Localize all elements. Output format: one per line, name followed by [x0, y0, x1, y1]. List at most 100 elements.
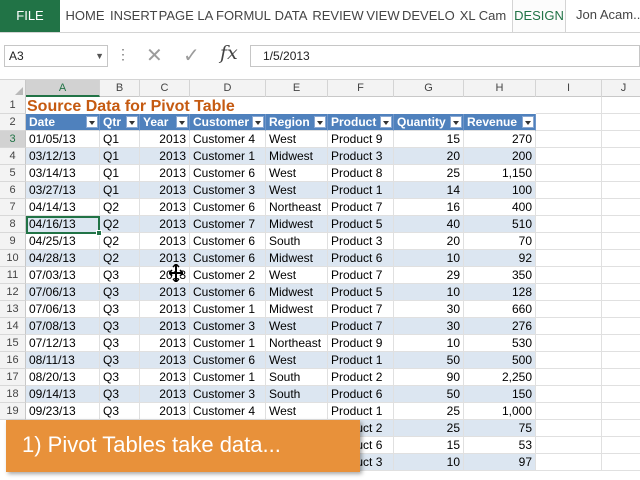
table-cell[interactable]: 07/06/13 — [26, 284, 100, 301]
row-header[interactable]: 14 — [0, 318, 26, 335]
table-cell[interactable]: Customer 1 — [190, 369, 266, 386]
empty-cell[interactable] — [602, 301, 640, 318]
table-cell[interactable]: 50 — [394, 386, 464, 403]
empty-cell[interactable] — [536, 216, 602, 233]
table-cell[interactable]: 2013 — [140, 369, 190, 386]
table-cell[interactable]: 25 — [394, 403, 464, 420]
table-cell[interactable]: 400 — [464, 199, 536, 216]
table-cell[interactable]: Product 7 — [328, 267, 394, 284]
empty-cell[interactable] — [536, 131, 602, 148]
table-cell[interactable]: Product 9 — [328, 131, 394, 148]
table-cell[interactable]: Product 6 — [328, 250, 394, 267]
table-cell[interactable]: Product 2 — [328, 369, 394, 386]
row-header[interactable]: 15 — [0, 335, 26, 352]
table-cell[interactable]: 92 — [464, 250, 536, 267]
table-cell[interactable]: Product 5 — [328, 216, 394, 233]
row-header[interactable]: 2 — [0, 114, 26, 131]
table-cell[interactable]: Customer 4 — [190, 403, 266, 420]
table-cell[interactable]: Customer 6 — [190, 284, 266, 301]
column-header-c[interactable]: C — [140, 80, 190, 97]
column-header-e[interactable]: E — [266, 80, 328, 97]
table-cell[interactable]: 03/14/13 — [26, 165, 100, 182]
table-header-cell[interactable]: Qtr — [100, 114, 140, 131]
table-cell[interactable]: Product 1 — [328, 403, 394, 420]
tab-review[interactable]: REVIEW — [312, 0, 364, 32]
select-all-corner[interactable] — [0, 80, 26, 97]
empty-cell[interactable] — [536, 267, 602, 284]
row-header[interactable]: 13 — [0, 301, 26, 318]
row-header[interactable]: 19 — [0, 403, 26, 420]
empty-cell[interactable] — [536, 454, 602, 471]
table-cell[interactable]: Q1 — [100, 165, 140, 182]
table-cell[interactable]: 07/08/13 — [26, 318, 100, 335]
table-cell[interactable]: Product 9 — [328, 335, 394, 352]
table-cell[interactable]: 276 — [464, 318, 536, 335]
column-header-g[interactable]: G — [394, 80, 464, 97]
empty-cell[interactable] — [536, 250, 602, 267]
column-header-f[interactable]: F — [328, 80, 394, 97]
row-header[interactable]: 17 — [0, 369, 26, 386]
tab-insert[interactable]: INSERT — [110, 0, 157, 32]
empty-cell[interactable] — [536, 352, 602, 369]
filter-dropdown-icon[interactable] — [176, 116, 188, 128]
table-cell[interactable]: Product 7 — [328, 301, 394, 318]
table-cell[interactable]: 50 — [394, 352, 464, 369]
name-box[interactable]: A3 ▼ — [4, 45, 108, 67]
table-cell[interactable]: 07/12/13 — [26, 335, 100, 352]
table-cell[interactable]: Q3 — [100, 403, 140, 420]
table-cell[interactable]: 10 — [394, 335, 464, 352]
column-header-j[interactable]: J — [602, 80, 640, 97]
table-cell[interactable]: West — [266, 352, 328, 369]
empty-cell[interactable] — [602, 97, 640, 114]
table-cell[interactable]: Product 5 — [328, 284, 394, 301]
table-cell[interactable]: 2013 — [140, 335, 190, 352]
filter-dropdown-icon[interactable] — [252, 116, 264, 128]
table-cell[interactable]: 1,150 — [464, 165, 536, 182]
table-cell[interactable]: West — [266, 318, 328, 335]
empty-cell[interactable] — [536, 182, 602, 199]
table-cell[interactable]: 2013 — [140, 165, 190, 182]
table-cell[interactable]: 500 — [464, 352, 536, 369]
table-cell[interactable]: Customer 1 — [190, 301, 266, 318]
table-cell[interactable]: 2013 — [140, 318, 190, 335]
table-cell[interactable]: 08/11/13 — [26, 352, 100, 369]
table-cell[interactable]: South — [266, 386, 328, 403]
filter-dropdown-icon[interactable] — [86, 116, 98, 128]
table-cell[interactable]: Customer 1 — [190, 148, 266, 165]
column-header-a[interactable]: A — [26, 80, 100, 97]
table-cell[interactable]: Q1 — [100, 182, 140, 199]
table-cell[interactable]: Midwest — [266, 148, 328, 165]
table-cell[interactable]: 75 — [464, 420, 536, 437]
table-cell[interactable]: Product 3 — [328, 148, 394, 165]
tab-developer[interactable]: DEVELO — [402, 0, 455, 32]
table-cell[interactable]: Q1 — [100, 148, 140, 165]
table-cell[interactable]: Customer 4 — [190, 131, 266, 148]
table-cell[interactable]: 03/12/13 — [26, 148, 100, 165]
table-cell[interactable]: 2013 — [140, 148, 190, 165]
table-cell[interactable]: Midwest — [266, 250, 328, 267]
empty-cell[interactable] — [602, 420, 640, 437]
table-cell[interactable]: 1,000 — [464, 403, 536, 420]
table-cell[interactable]: 30 — [394, 301, 464, 318]
empty-cell[interactable] — [602, 318, 640, 335]
table-cell[interactable]: Midwest — [266, 284, 328, 301]
empty-cell[interactable] — [602, 267, 640, 284]
table-cell[interactable]: South — [266, 369, 328, 386]
table-cell[interactable]: 40 — [394, 216, 464, 233]
tab-design[interactable]: DESIGN — [512, 0, 566, 32]
table-cell[interactable]: Customer 1 — [190, 335, 266, 352]
table-cell[interactable]: 90 — [394, 369, 464, 386]
empty-cell[interactable] — [536, 301, 602, 318]
table-cell[interactable]: 09/23/13 — [26, 403, 100, 420]
enter-icon[interactable]: ✓ — [183, 43, 200, 68]
table-cell[interactable]: South — [266, 233, 328, 250]
table-cell[interactable]: 07/03/13 — [26, 267, 100, 284]
table-cell[interactable]: Q2 — [100, 216, 140, 233]
empty-cell[interactable] — [602, 437, 640, 454]
column-header-i[interactable]: I — [536, 80, 602, 97]
table-cell[interactable]: 03/27/13 — [26, 182, 100, 199]
table-cell[interactable]: Q3 — [100, 301, 140, 318]
table-cell[interactable]: Customer 3 — [190, 182, 266, 199]
table-cell[interactable]: 150 — [464, 386, 536, 403]
row-header[interactable]: 1 — [0, 97, 26, 114]
